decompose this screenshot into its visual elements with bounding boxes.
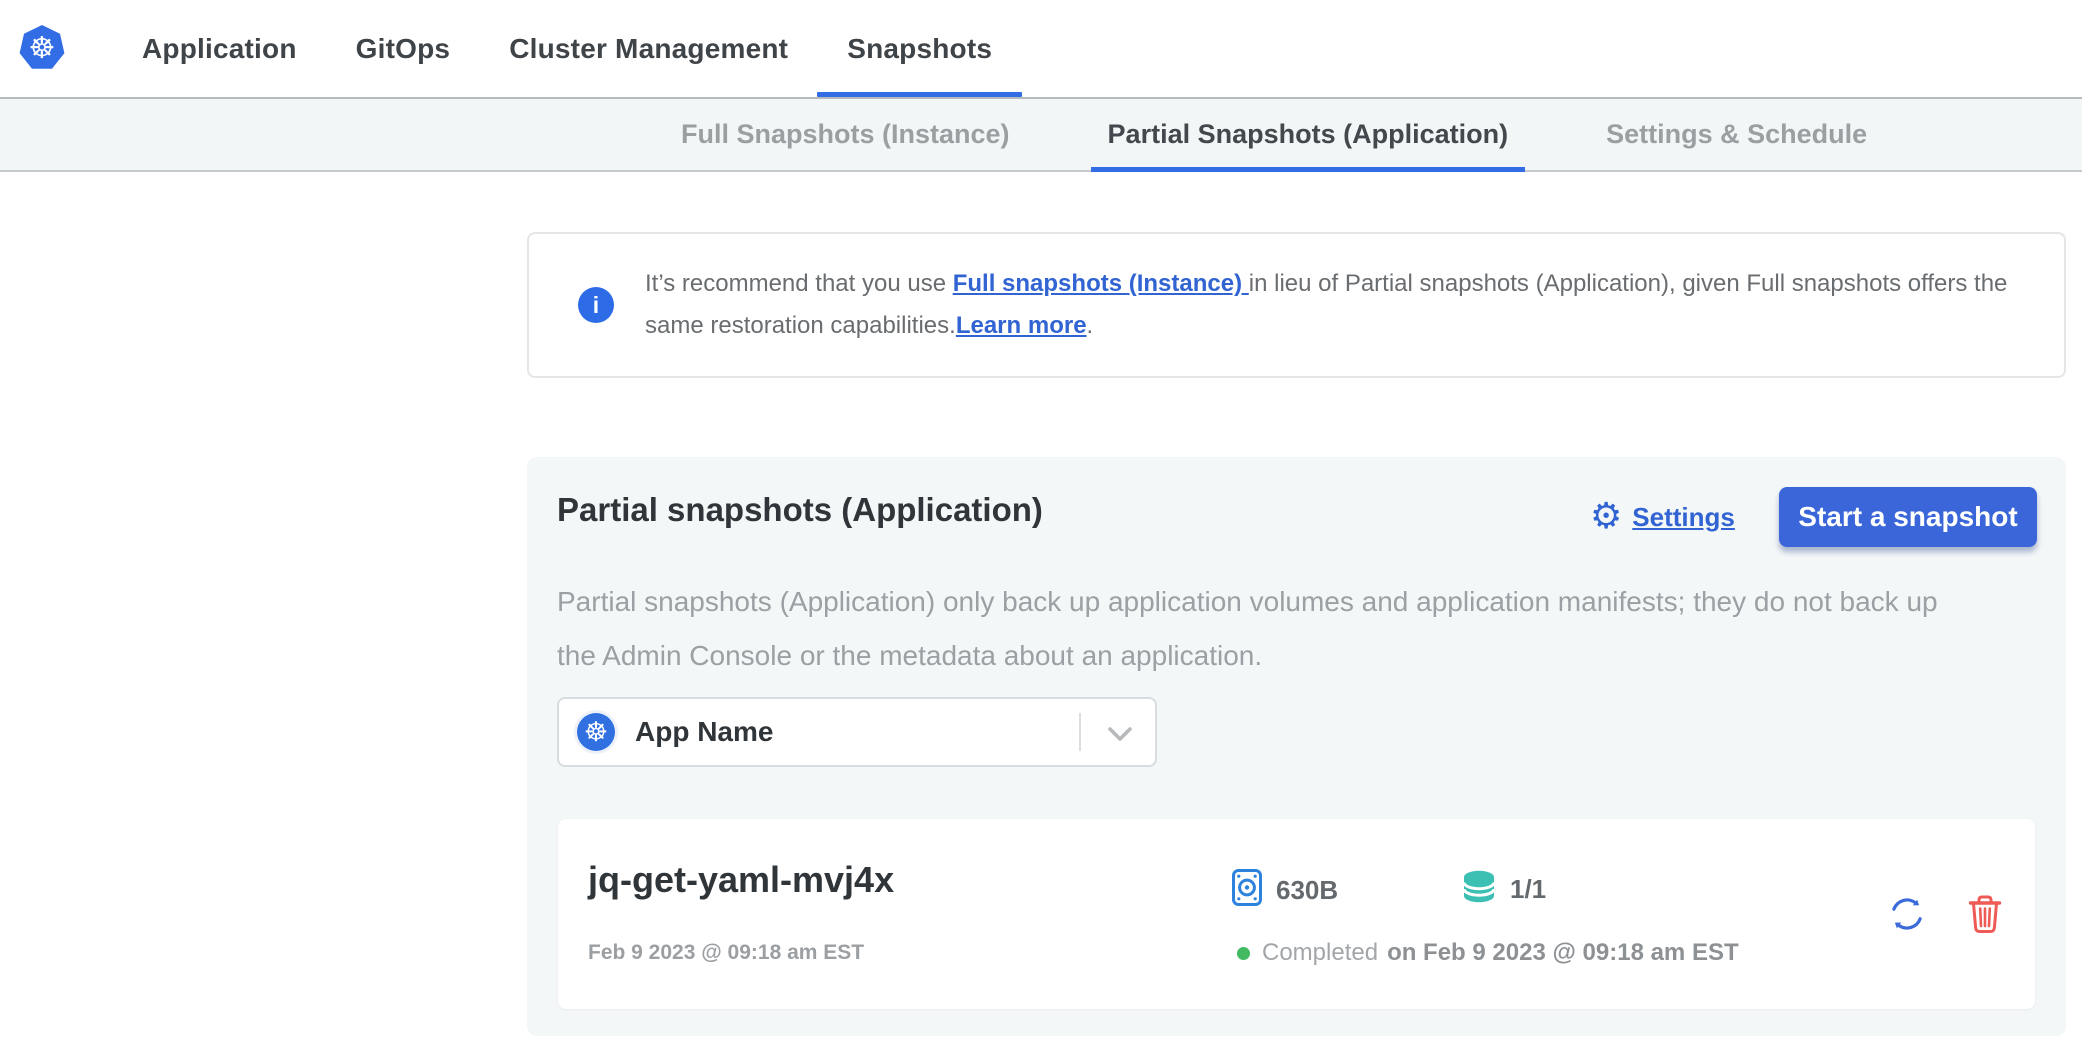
app-kubernetes-icon: ☸ bbox=[577, 713, 615, 751]
learn-more-link[interactable]: Learn more bbox=[956, 312, 1087, 339]
top-navbar: ☸ Application GitOps Cluster Management … bbox=[0, 0, 2082, 97]
tab-full-snapshots-instance[interactable]: Full Snapshots (Instance) bbox=[681, 99, 1010, 170]
nav-item-cluster-management[interactable]: Cluster Management bbox=[509, 0, 788, 97]
partial-snapshots-panel: Partial snapshots (Application) ⚙ Settin… bbox=[527, 457, 2066, 1036]
database-icon bbox=[1462, 869, 1496, 909]
panel-description-line1: Partial snapshots (Application) only bac… bbox=[557, 586, 1938, 617]
settings-link-label: Settings bbox=[1632, 502, 1735, 533]
banner-text-part1: It’s recommend that you use bbox=[645, 270, 953, 297]
snapshot-created-at: Feb 9 2023 @ 09:18 am EST bbox=[588, 941, 864, 965]
banner-text-part4: . bbox=[1087, 312, 1094, 339]
trash-icon bbox=[1966, 923, 2004, 938]
nav-item-snapshots[interactable]: Snapshots bbox=[847, 0, 992, 97]
svg-text:☸: ☸ bbox=[29, 31, 56, 66]
snapshot-name: jq-get-yaml-mvj4x bbox=[588, 859, 894, 901]
gear-icon: ⚙ bbox=[1590, 499, 1622, 535]
info-banner: i It’s recommend that you use Full snaps… bbox=[527, 232, 2066, 378]
banner-text-part2: in lieu of Partial snapshots (Applicatio… bbox=[1249, 270, 2008, 297]
panel-description: Partial snapshots (Application) only bac… bbox=[557, 575, 1938, 683]
app-name-select[interactable]: ☸ App Name bbox=[557, 697, 1157, 767]
primary-nav: Application GitOps Cluster Management Sn… bbox=[142, 0, 992, 97]
status-label: Completed bbox=[1262, 939, 1378, 967]
snapshot-volumes-value: 1/1 bbox=[1510, 874, 1546, 905]
start-snapshot-button[interactable]: Start a snapshot bbox=[1779, 487, 2037, 547]
nav-item-gitops[interactable]: GitOps bbox=[356, 0, 451, 97]
tab-settings-and-schedule[interactable]: Settings & Schedule bbox=[1606, 99, 1867, 170]
snapshot-volumes-metric: 1/1 bbox=[1462, 869, 1546, 909]
snapshot-size-value: 630B bbox=[1276, 875, 1338, 906]
kubernetes-logo-icon: ☸ bbox=[18, 24, 66, 72]
snapshot-row[interactable]: jq-get-yaml-mvj4x Feb 9 2023 @ 09:18 am … bbox=[558, 819, 2035, 1009]
snapshot-status: Completed on Feb 9 2023 @ 09:18 am EST bbox=[1237, 939, 1739, 967]
delete-snapshot-button[interactable] bbox=[1966, 892, 2004, 935]
status-dot-icon bbox=[1237, 947, 1250, 960]
info-icon: i bbox=[578, 287, 614, 323]
info-banner-text: It’s recommend that you use Full snapsho… bbox=[645, 263, 2007, 347]
tab-partial-snapshots-application[interactable]: Partial Snapshots (Application) bbox=[1108, 99, 1509, 170]
snapshots-tab-bar: Full Snapshots (Instance) Partial Snapsh… bbox=[0, 97, 2082, 172]
panel-description-line2: the Admin Console or the metadata about … bbox=[557, 640, 1262, 671]
banner-text-part3: same restoration capabilities. bbox=[645, 312, 956, 339]
select-divider bbox=[1079, 713, 1081, 751]
app-select-value: App Name bbox=[635, 716, 773, 748]
snapshot-settings-link[interactable]: ⚙ Settings bbox=[1590, 499, 1735, 535]
restore-icon bbox=[1885, 924, 1929, 939]
page-title: Partial snapshots (Application) bbox=[557, 491, 1043, 529]
snapshot-size-metric: 630B bbox=[1232, 869, 1338, 911]
snapshots-tabs: Full Snapshots (Instance) Partial Snapsh… bbox=[681, 99, 1867, 170]
nav-item-application[interactable]: Application bbox=[142, 0, 297, 97]
chevron-down-icon bbox=[1107, 726, 1133, 747]
full-snapshots-instance-link[interactable]: Full snapshots (Instance) bbox=[953, 270, 1249, 297]
status-completed-at: on Feb 9 2023 @ 09:18 am EST bbox=[1387, 939, 1739, 967]
disk-icon bbox=[1232, 869, 1262, 911]
restore-snapshot-button[interactable] bbox=[1885, 892, 1929, 936]
